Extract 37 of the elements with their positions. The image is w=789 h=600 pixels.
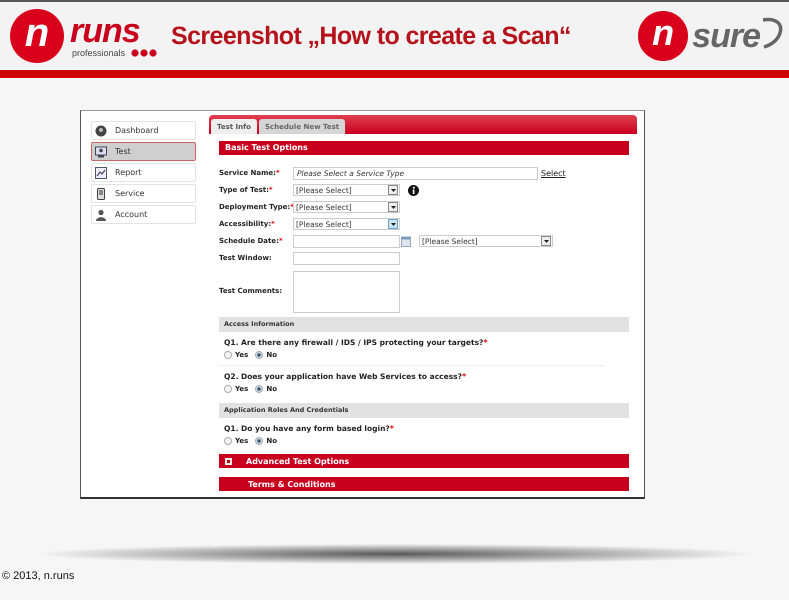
input-field[interactable] (293, 252, 400, 264)
logo-letter: n (638, 11, 688, 61)
caret-icon (390, 222, 396, 226)
account-icon (95, 208, 107, 220)
required-mark: * (483, 338, 488, 347)
logo-letter: n (10, 9, 64, 63)
swoosh-icon (761, 17, 783, 49)
panel-header[interactable]: Advanced Test Options (219, 454, 629, 468)
text-area[interactable] (293, 271, 400, 313)
footer-text: © 2013, n.runs (2, 570, 76, 582)
logo-tagline: professionals (72, 48, 126, 58)
report-icon (95, 166, 107, 178)
panel-header[interactable]: Terms & Conditions (219, 477, 629, 491)
radio-button[interactable] (224, 351, 232, 359)
required-mark: * (462, 372, 466, 381)
required-mark: * (390, 424, 394, 433)
radio-button[interactable] (255, 351, 264, 359)
section-header: Basic Test Options (219, 141, 629, 155)
slide-title: Screenshot „How to create a Scan“ (171, 22, 572, 50)
sidebar-item[interactable]: Report (91, 163, 196, 182)
caret-icon (390, 206, 396, 208)
radio-button[interactable] (224, 385, 232, 393)
caret-icon (544, 240, 548, 242)
sidebar-item[interactable]: Test (91, 142, 196, 161)
caret-icon (390, 188, 396, 192)
radio-button[interactable] (255, 437, 264, 445)
logo-word: runs (70, 14, 141, 48)
radio-button[interactable] (255, 385, 264, 393)
date-field[interactable] (293, 234, 400, 248)
sidebar-item[interactable]: Dashboard (91, 121, 196, 140)
select-link[interactable]: Select (541, 168, 566, 178)
calendar-icon (401, 236, 411, 246)
radio-button[interactable] (224, 437, 232, 445)
logo-word: sure (692, 19, 760, 53)
dots-icon (131, 49, 158, 57)
sidebar-item[interactable]: Account (91, 205, 196, 224)
sidebar-item[interactable]: Service (91, 184, 196, 203)
